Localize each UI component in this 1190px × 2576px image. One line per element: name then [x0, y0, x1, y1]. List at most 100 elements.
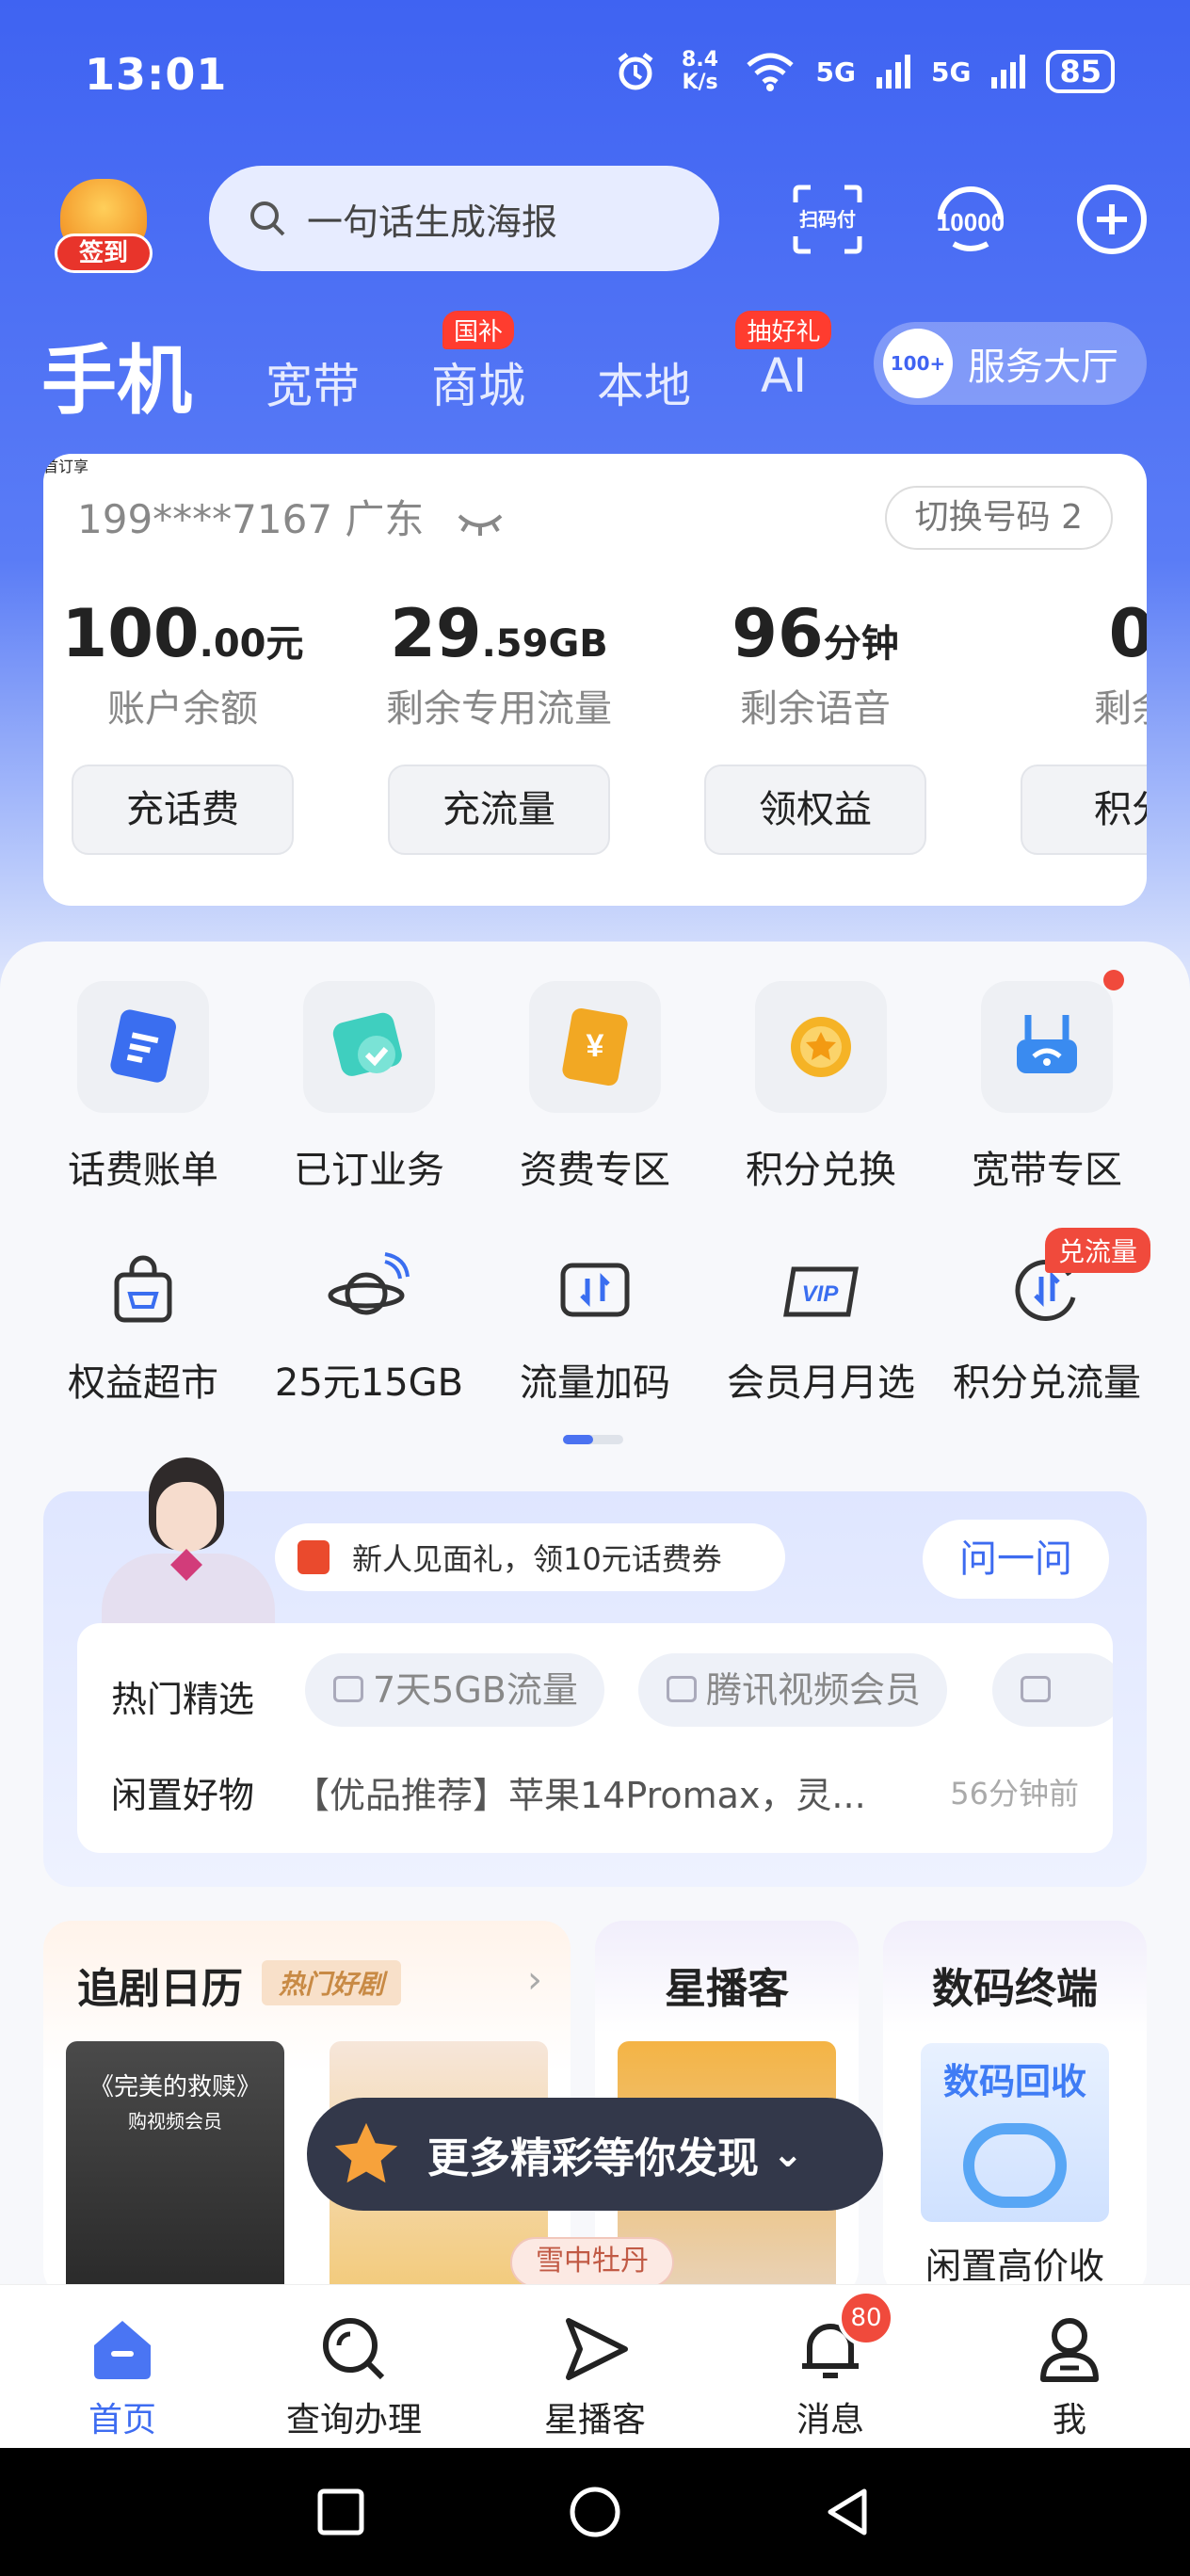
points-icon — [755, 981, 887, 1113]
bottom-navigation: 首页 查询办理 星播客 消息 我 — [0, 2284, 1190, 2448]
buy-data-button[interactable]: 充流量 — [388, 765, 610, 855]
service-data-boost[interactable]: 流量加码 — [482, 1243, 708, 1407]
home-icon — [87, 2313, 158, 2385]
drama-poster[interactable]: 《完美的救赎》 购视频会员 — [66, 2041, 284, 2297]
scan-icon: 扫码付 — [793, 185, 862, 254]
points-value: 0 — [1108, 595, 1147, 672]
nav-messages[interactable]: 消息 — [736, 2313, 925, 2441]
points-stat[interactable]: 0 剩余 积分 — [990, 595, 1147, 855]
idle-goods-item[interactable]: 【优品推荐】苹果14Promax，灵... — [294, 1766, 896, 1818]
red-packet-icon — [298, 1540, 330, 1574]
trending-tag[interactable]: 雪中牡丹 — [510, 2237, 674, 2288]
wifi-icon — [746, 53, 794, 91]
planet-icon — [303, 1243, 435, 1337]
svg-text:¥: ¥ — [587, 1028, 604, 1064]
service-hall-button[interactable]: 100+ 服务大厅 — [874, 322, 1147, 405]
nav-me[interactable]: 我 — [975, 2313, 1164, 2441]
headset-icon: 10000 — [937, 186, 1005, 251]
service-broadband[interactable]: 宽带专区 — [934, 981, 1160, 1194]
redeem-data-badge: 兑流量 — [1045, 1228, 1151, 1273]
system-navigation-bar — [0, 2448, 1190, 2576]
notification-dot — [1103, 970, 1124, 990]
search-input[interactable]: 一句话生成海报 — [209, 166, 719, 271]
idle-goods-label: 闲置好物 — [111, 1775, 255, 1816]
page-indicator — [563, 1435, 623, 1444]
hot-picks-panel: 热门精选 7天5GB流量 腾讯视频会员 闲置好物 【优品推荐】苹果14Proma… — [77, 1623, 1113, 1853]
recharge-button[interactable]: 充话费 — [72, 765, 294, 855]
voice-value: 96分钟 — [732, 595, 899, 672]
svg-text:扫码付: 扫码付 — [799, 208, 856, 231]
service-benefits-market[interactable]: 权益超市 — [30, 1243, 256, 1407]
tab-phone[interactable]: 手机 — [41, 320, 192, 429]
search-placeholder: 一句话生成海报 — [307, 201, 558, 243]
discover-more-button[interactable]: 更多精彩等你发现 ⌄ — [307, 2098, 883, 2211]
message-count-badge: 80 — [838, 2290, 894, 2346]
query-icon — [318, 2313, 390, 2385]
tab-local[interactable]: 本地 — [597, 348, 691, 416]
claim-benefits-button[interactable]: 领权益 — [704, 765, 926, 855]
router-icon — [981, 981, 1113, 1113]
tab-mall[interactable]: 国补 商城 — [431, 311, 525, 416]
subscription-icon — [303, 981, 435, 1113]
search-icon — [250, 201, 285, 236]
svg-text:VIP: VIP — [802, 1281, 840, 1307]
hide-eye-icon[interactable] — [456, 508, 505, 537]
alarm-icon — [618, 53, 653, 90]
tab-ai[interactable]: 抽好礼 AI — [735, 311, 832, 403]
customer-service-avatar — [94, 1450, 282, 1629]
voice-stat[interactable]: 96分钟 剩余语音 领权益 — [674, 595, 957, 855]
service-vip-monthly[interactable]: VIP 会员月月选 — [708, 1243, 934, 1407]
user-icon — [1034, 2313, 1105, 2385]
status-indicators: 8.4 K/s 5G 5G 85 — [615, 49, 1115, 94]
recent-apps-icon[interactable] — [314, 2486, 367, 2538]
service-bill[interactable]: 话费账单 — [30, 981, 256, 1194]
home-circle-icon[interactable] — [569, 2486, 621, 2538]
battery-indicator: 85 — [1046, 50, 1115, 93]
chip-tencent-video[interactable]: 腾讯视频会员 — [638, 1653, 948, 1727]
vip-icon: VIP — [755, 1243, 887, 1337]
signin-button[interactable]: 签到 — [47, 179, 160, 273]
digital-terminal-title: 数码终端 — [932, 1965, 1098, 2013]
store-icon: 100+ — [883, 329, 953, 398]
service-25-yuan-15gb[interactable]: 25元15GB — [256, 1243, 482, 1407]
service-points-exchange[interactable]: 积分兑换 — [708, 981, 934, 1194]
nav-home[interactable]: 首页 — [28, 2313, 217, 2441]
balance-stat[interactable]: 100.00元 账户余额 充话费 — [43, 595, 324, 855]
tab-broadband[interactable]: 宽带 — [265, 348, 360, 416]
chip-more[interactable] — [992, 1653, 1113, 1727]
signal-label-2: 5G — [931, 56, 972, 88]
bill-icon — [77, 981, 209, 1113]
microphone-icon — [1021, 1676, 1051, 1702]
nav-query[interactable]: 查询办理 — [260, 2313, 448, 2441]
scan-pay-button[interactable]: 扫码付 — [787, 179, 868, 260]
signin-label: 签到 — [55, 233, 153, 273]
digital-terminal-card[interactable]: 数码终端 数码回收 闲置高价收 — [883, 1921, 1147, 2297]
status-bar: 13:01 8.4 K/s 5G 5G 85 — [0, 0, 1190, 151]
chip-7day-5gb[interactable]: 7天5GB流量 — [305, 1653, 604, 1727]
service-subscriptions[interactable]: 已订业务 — [256, 981, 482, 1194]
add-button[interactable] — [1071, 179, 1152, 260]
hotline-10000-button[interactable]: 10000 — [930, 179, 1011, 260]
nav-star-podcast[interactable]: 星播客 — [501, 2313, 689, 2441]
drama-calendar-title: 追剧日历 — [77, 1965, 243, 2013]
new-user-gift-banner[interactable]: 新人见面礼，领10元话费券 — [275, 1523, 785, 1591]
service-tariff[interactable]: ¥ 资费专区 — [482, 981, 708, 1194]
signal-icon — [991, 55, 1026, 89]
back-icon[interactable] — [821, 2486, 874, 2538]
balance-value: 100.00元 — [61, 595, 304, 672]
data-stat[interactable]: 29.59GB 剩余专用流量 充流量 — [358, 595, 640, 855]
voice-label: 剩余语音 — [740, 687, 891, 731]
top-bar: 签到 一句话生成海报 扫码付 10000 — [0, 160, 1190, 282]
chevron-right-icon: › — [527, 1958, 542, 2002]
lottery-badge: 抽好礼 — [735, 311, 832, 349]
chevron-down-icon: ⌄ — [772, 2133, 804, 2176]
points-label: 剩余 — [1094, 687, 1147, 731]
eye-icon — [667, 1676, 697, 1702]
folder-icon — [333, 1676, 363, 1702]
account-card: 199****7167 广东 切换号码 2 100.00元 账户余额 充话费 2… — [43, 454, 1147, 906]
points-button[interactable]: 积分 — [1021, 765, 1147, 855]
ask-button[interactable]: 问一问 — [923, 1520, 1109, 1599]
switch-number-button[interactable]: 切换号码 2 — [884, 486, 1113, 550]
tariff-icon: ¥ — [529, 981, 661, 1113]
data-value: 29.59GB — [390, 595, 608, 672]
